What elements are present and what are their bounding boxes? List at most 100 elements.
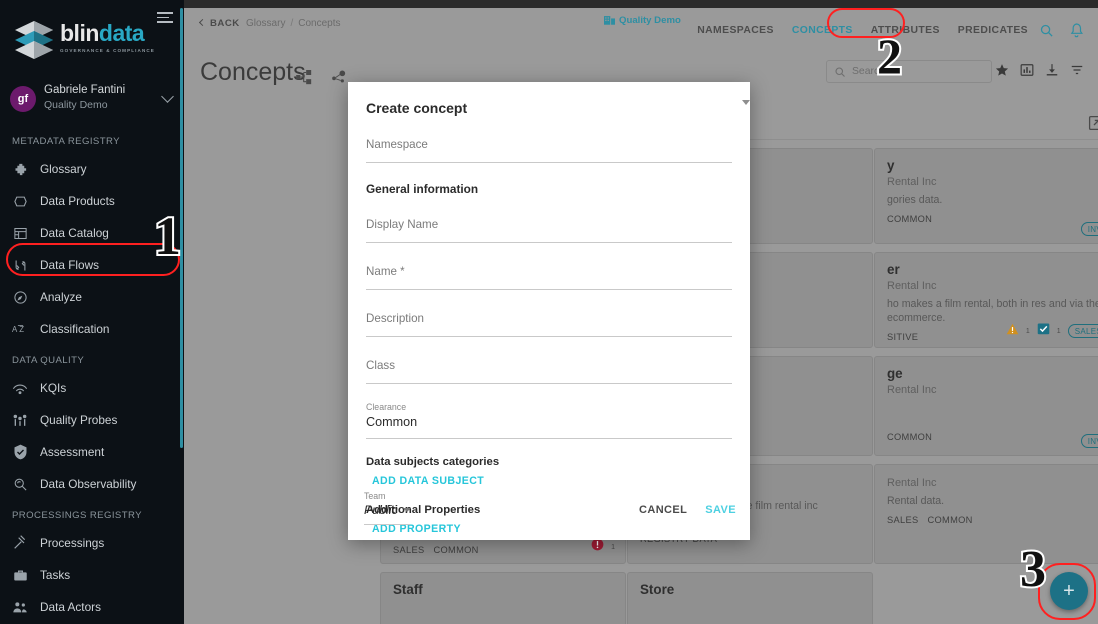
download-icon[interactable] — [1045, 63, 1059, 82]
card-namespace-label: Rental Inc — [887, 384, 937, 396]
sidebar-item-data-actors[interactable]: Data Actors — [0, 591, 184, 623]
inv-pill[interactable]: INV — [1080, 434, 1098, 448]
external-link-icon[interactable] — [1088, 115, 1098, 136]
nav-namespaces[interactable]: NAMESPACES — [697, 25, 774, 36]
search-icon[interactable] — [1039, 23, 1054, 43]
team-select[interactable]: Team Public — [364, 491, 411, 525]
card-customer[interactable]: er Rental Inc ho makes a film rental, bo… — [874, 252, 1098, 348]
sidebar-item-tasks[interactable]: Tasks — [0, 559, 184, 591]
card-rental[interactable]: Rental Inc Rental data. SALES COMMON — [874, 464, 1098, 564]
create-concept-dialog: Create concept Namespace General informa… — [348, 82, 750, 540]
card-staff[interactable]: Staff — [380, 572, 626, 624]
brand-tagline: GOVERNANCE & COMPLIANCE — [60, 48, 155, 53]
top-navigation: NAMESPACES CONCEPTS ATTRIBUTES PREDICATE… — [697, 25, 1028, 36]
nav-concepts[interactable]: CONCEPTS — [792, 25, 853, 36]
sidebar-item-data-flows[interactable]: Data Flows — [0, 249, 184, 281]
card-badges: 1 1 SALES — [1006, 322, 1098, 340]
sidebar-item-analyze[interactable]: Analyze — [0, 281, 184, 313]
brand-wordmark: blindata GOVERNANCE & COMPLIANCE — [60, 22, 155, 54]
filter-icon[interactable] — [1070, 63, 1084, 82]
sidebar-item-data-observability[interactable]: Data Observability — [0, 468, 184, 500]
card-language[interactable]: ge Rental Inc COMMON INV — [874, 356, 1098, 456]
compass-icon — [0, 290, 40, 305]
card-namespace-label: Rental Inc — [887, 280, 937, 292]
brand-logo[interactable]: blindata GOVERNANCE & COMPLIANCE — [0, 0, 184, 74]
card-namespace: Rental Inc — [887, 477, 1098, 489]
card-namespace: Rental Inc — [887, 176, 1098, 188]
graph-icon[interactable] — [331, 70, 347, 90]
breadcrumb-parent[interactable]: Glossary — [246, 18, 285, 29]
sidebar-item-kqis[interactable]: KQIs — [0, 372, 184, 404]
card-badges: 1 — [591, 538, 615, 556]
sidebar-item-label: Tasks — [40, 568, 71, 582]
card-tags: COMMON — [887, 432, 1098, 442]
badge-count: 1 — [1025, 327, 1030, 335]
breadcrumb: Glossary / Concepts — [246, 18, 340, 29]
sidebar-item-label: Quality Probes — [40, 413, 118, 427]
field-label: Name * — [366, 265, 405, 278]
name-field[interactable]: Name * — [366, 265, 732, 290]
tenant-indicator[interactable]: Quality Demo — [604, 15, 681, 28]
star-icon[interactable] — [995, 63, 1009, 82]
data-subjects-title: Data subjects categories — [366, 456, 500, 468]
sidebar-item-classification[interactable]: AZ Classification — [0, 313, 184, 345]
sidebar-item-processings[interactable]: Processings — [0, 527, 184, 559]
card-namespace: Rental Inc — [887, 280, 1098, 292]
nav-attributes[interactable]: ATTRIBUTES — [871, 25, 940, 36]
card-description: gories data. — [887, 194, 943, 206]
sidebar-item-label: Assessment — [40, 445, 105, 459]
toolbar — [995, 63, 1084, 82]
error-badge[interactable] — [591, 538, 604, 556]
warning-badge[interactable] — [1006, 322, 1019, 340]
card-description: Rental data. — [887, 495, 945, 507]
field-underline — [364, 524, 410, 525]
description-field[interactable]: Description — [366, 312, 732, 337]
search-input[interactable]: Search... — [826, 60, 992, 83]
sales-pill[interactable]: SALES — [1067, 324, 1098, 338]
collapse-menu-icon[interactable] — [157, 12, 173, 24]
briefcase-icon — [0, 568, 40, 583]
shield-check-icon — [0, 444, 40, 460]
sidebar-item-data-catalog[interactable]: Data Catalog — [0, 217, 184, 249]
namespace-field[interactable]: Namespace — [366, 138, 732, 163]
card-tag: SALES — [393, 545, 425, 555]
sidebar-item-data-products[interactable]: Data Products — [0, 185, 184, 217]
magnifier-refresh-icon — [0, 477, 40, 492]
check-badge[interactable] — [1037, 322, 1050, 340]
field-label: Namespace — [366, 138, 428, 151]
card-tags: COMMON — [887, 214, 1098, 224]
field-underline — [366, 289, 732, 290]
breadcrumb-current: Concepts — [298, 18, 341, 29]
hierarchy-icon[interactable] — [296, 70, 313, 90]
clearance-label: Clearance — [366, 402, 407, 412]
dialog-body: Namespace General information Display Na… — [348, 100, 750, 535]
sidebar-item-assessment[interactable]: Assessment — [0, 436, 184, 468]
clearance-select[interactable]: Clearance Common — [366, 100, 750, 439]
bell-icon[interactable] — [1069, 22, 1084, 43]
display-name-field[interactable]: Display Name — [366, 218, 732, 243]
nav-predicates[interactable]: PREDICATES — [958, 25, 1028, 36]
sidebar-item-label: Processings — [40, 536, 105, 550]
sidebar-item-glossary[interactable]: Glossary — [0, 153, 184, 185]
chart-icon[interactable] — [1020, 63, 1034, 82]
card-store[interactable]: Store — [627, 572, 873, 624]
card-tags: SALES COMMON — [393, 545, 613, 555]
save-button[interactable]: SAVE — [705, 504, 736, 516]
sliders-icon — [0, 413, 40, 428]
user-profile[interactable]: gf Gabriele Fantini Quality Demo — [0, 82, 184, 126]
class-field[interactable]: Class — [366, 359, 732, 384]
back-button[interactable]: BACK — [198, 18, 240, 29]
table-icon — [0, 226, 40, 241]
field-label: Class — [366, 359, 395, 372]
card-title: ge — [887, 366, 903, 381]
cancel-button[interactable]: CANCEL — [639, 504, 687, 516]
field-underline — [366, 383, 732, 384]
create-fab[interactable] — [1050, 572, 1088, 610]
sidebar-item-quality-probes[interactable]: Quality Probes — [0, 404, 184, 436]
inv-pill[interactable]: INV — [1080, 222, 1098, 236]
back-label: BACK — [210, 18, 240, 29]
team-value-text: Public — [364, 503, 398, 517]
card-category[interactable]: y Rental Inc gories data. COMMON INV — [874, 148, 1098, 244]
chevron-down-icon[interactable] — [161, 90, 174, 103]
field-underline — [366, 242, 732, 243]
